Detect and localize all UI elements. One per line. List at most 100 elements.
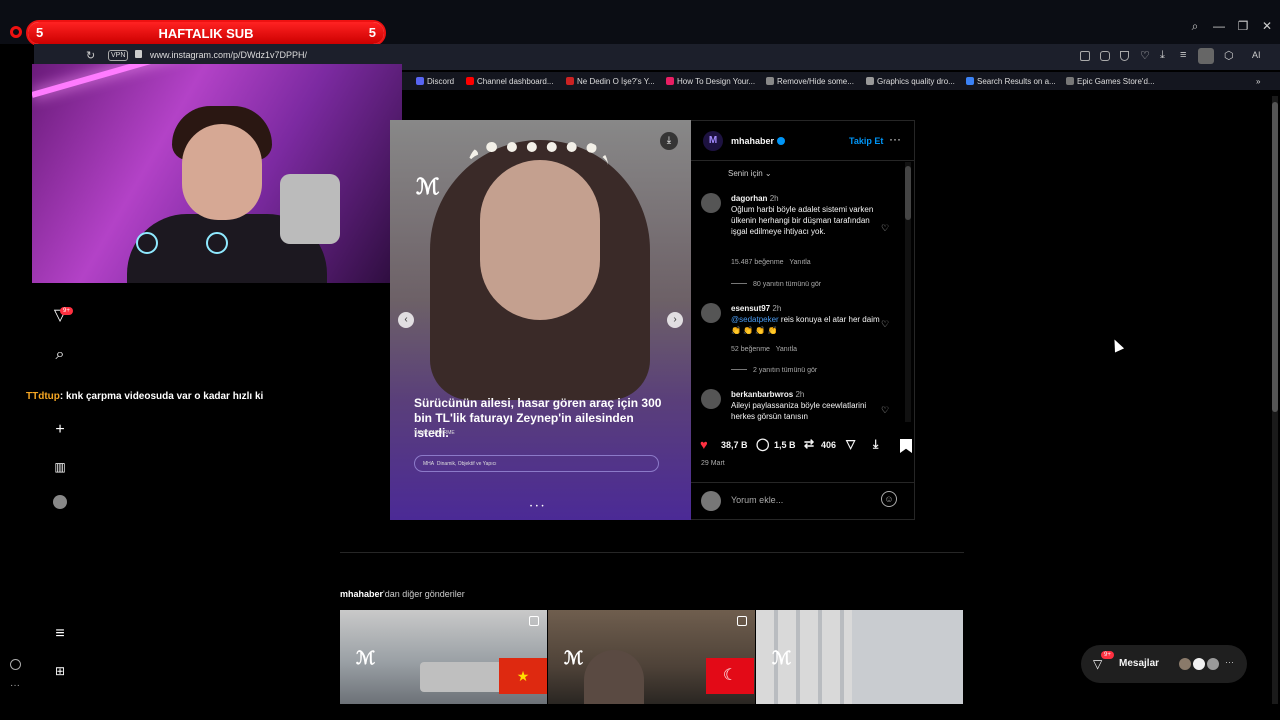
reply-button[interactable]: Yanıtla [776, 346, 797, 353]
ai-button[interactable]: AI [1252, 50, 1261, 60]
comment-like-icon[interactable]: ♡ [881, 223, 889, 234]
repost-count[interactable]: 406 [821, 440, 836, 450]
heart-icon[interactable]: ♡ [1140, 49, 1150, 62]
opera-logo-icon[interactable] [10, 26, 22, 38]
bookmark-graphics-quality[interactable]: Graphics quality dro... [866, 77, 955, 86]
messages-badge: 9+ [1101, 651, 1114, 659]
view-replies-button[interactable]: 80 yanıtın tümünü gör [731, 281, 821, 288]
vpn-badge[interactable]: VPN [108, 50, 129, 61]
comment-text: Aileyi paylassaniza böyle ceewlatlarini … [731, 401, 867, 421]
shield-icon[interactable] [1120, 51, 1129, 61]
share-icon[interactable]: ▽ [846, 437, 855, 451]
more-icon: ··· [1225, 657, 1234, 667]
own-avatar [701, 491, 721, 511]
more-options-icon[interactable]: ··· [889, 132, 901, 146]
page-scrollbar[interactable] [1272, 96, 1278, 704]
bookmark-remove-hide[interactable]: Remove/Hide some... [766, 77, 854, 86]
carousel-prev-button[interactable]: ‹ [398, 312, 414, 328]
like-heart-icon[interactable]: ♥ [700, 437, 708, 452]
reload-icon[interactable]: ↻ [86, 49, 95, 62]
save-bookmark-icon[interactable] [900, 439, 912, 453]
mha-logo-icon: ℳ [564, 648, 584, 668]
bookmark-channel-dashboard[interactable]: Channel dashboard... [466, 77, 554, 86]
profile-avatar[interactable] [1198, 48, 1214, 64]
comment-like-icon[interactable]: ♡ [881, 405, 889, 416]
camera-icon[interactable] [1100, 51, 1110, 61]
reply-button[interactable]: Yanıtla [789, 259, 810, 266]
extensions-icon[interactable]: ⬡ [1224, 49, 1234, 62]
commenter-avatar[interactable] [701, 193, 721, 213]
download-icon[interactable]: ⤓ [1160, 49, 1165, 62]
bookmark-how-to-design[interactable]: How To Design Your... [666, 77, 755, 86]
related-post-thumbnail[interactable]: ℳ [756, 610, 963, 704]
more-icon[interactable]: ··· [10, 680, 20, 691]
follow-button[interactable]: Takip Et [849, 136, 883, 146]
related-post-thumbnail[interactable]: ℳ ★ [340, 610, 547, 704]
post-date: 29 Mart [701, 460, 725, 467]
post-footer-bar: MHA Dinamik, Objektif ve Yapıcı [414, 455, 659, 472]
search-icon[interactable]: ⌕ [1187, 18, 1203, 34]
comment-mention[interactable]: @sedatpeker [731, 315, 779, 324]
close-icon[interactable]: ✕ [1259, 18, 1275, 34]
repost-icon[interactable]: ⇄ [804, 437, 814, 451]
minimize-icon[interactable]: — [1211, 18, 1227, 34]
messages-label: Mesajlar [1119, 658, 1160, 669]
chat-text: : knk çarpma videosuda var o kadar hızlı… [59, 391, 264, 402]
commenter-avatar[interactable] [701, 303, 721, 323]
menu-icon[interactable]: ≡ [50, 624, 70, 644]
more-posts-user[interactable]: mhahaber [340, 589, 383, 599]
comment-likes[interactable]: 52 beğenme [731, 346, 770, 353]
download-icon[interactable]: ⤓ [873, 437, 878, 452]
restore-icon[interactable]: ❐ [1235, 18, 1251, 34]
bookmark-icon [416, 77, 424, 85]
carousel-next-button[interactable]: › [667, 312, 683, 328]
bookmark-icon [466, 77, 474, 85]
post-image[interactable]: ℳ ⤓ ‹ › Sürücünün ailesi, hasar gören ar… [390, 120, 691, 520]
comment-icon[interactable]: ◯ [756, 437, 769, 451]
carousel-icon [529, 616, 539, 626]
comment-username[interactable]: esensut97 [731, 304, 770, 313]
clock-icon[interactable] [10, 659, 21, 670]
post-actions: ♥ 38,7 B ◯ 1,5 B ⇄ 406 ▽ ⤓ [700, 437, 914, 458]
footer-brand: MHA [423, 461, 435, 467]
bookmark-search-results[interactable]: Search Results on a... [966, 77, 1056, 86]
messages-icon: ▽ [1093, 657, 1103, 671]
account-username[interactable]: mhahaber [731, 136, 774, 146]
comment-username[interactable]: dagorhan [731, 194, 767, 203]
section-divider [340, 552, 964, 553]
chat-username: TTdtup [26, 391, 60, 402]
messages-button[interactable]: ▽ 9+ Mesajlar ··· [1081, 645, 1247, 683]
create-icon[interactable]: + [50, 420, 70, 440]
download-icon[interactable]: ⤓ [660, 132, 678, 150]
menu-icon[interactable]: ≡ [1180, 49, 1186, 61]
bookmark-epic-games[interactable]: Epic Games Store'd... [1066, 77, 1155, 86]
related-post-thumbnail[interactable]: ℳ ☾ [548, 610, 755, 704]
sort-dropdown[interactable]: Senin için ⌄ [728, 169, 772, 178]
bookmarks-more-button[interactable]: » [1256, 77, 1260, 86]
view-replies-button[interactable]: 2 yanıtın tümünü gör [731, 367, 817, 374]
comment-input-row: Yorum ekle... ☺ [691, 482, 915, 520]
bookmark-icon [766, 77, 774, 85]
url-input[interactable]: www.instagram.com/p/DWdz1v7DPPH/ [150, 50, 307, 60]
profile-avatar[interactable] [50, 495, 70, 515]
verified-icon [777, 137, 785, 145]
dashboard-icon[interactable]: ▥ [50, 457, 70, 477]
comments-scrollbar[interactable] [905, 162, 911, 422]
bookmark-discord[interactable]: Discord [416, 77, 454, 86]
comment-likes[interactable]: 15.487 beğenme [731, 259, 784, 266]
comment-like-icon[interactable]: ♡ [881, 319, 889, 330]
carousel-dots: • • • [530, 504, 545, 510]
bookmark-ne-dedin[interactable]: Ne Dedin O İşe?'s Y... [566, 77, 655, 86]
account-avatar[interactable]: M [703, 131, 723, 151]
microphone-image [280, 174, 340, 244]
commenter-avatar[interactable] [701, 389, 721, 409]
comment-count[interactable]: 1,5 B [774, 440, 796, 450]
ai-label: AI [1252, 50, 1261, 60]
snapshot-icon[interactable] [1080, 51, 1090, 61]
search-icon[interactable]: ⌕ [50, 345, 70, 365]
comment-input[interactable]: Yorum ekle... [731, 495, 783, 505]
apps-icon[interactable]: ⊞ [50, 661, 70, 681]
emoji-icon[interactable]: ☺ [881, 491, 897, 507]
like-count[interactable]: 38,7 B [721, 440, 748, 450]
comment-username[interactable]: berkanbarbwros [731, 390, 793, 399]
